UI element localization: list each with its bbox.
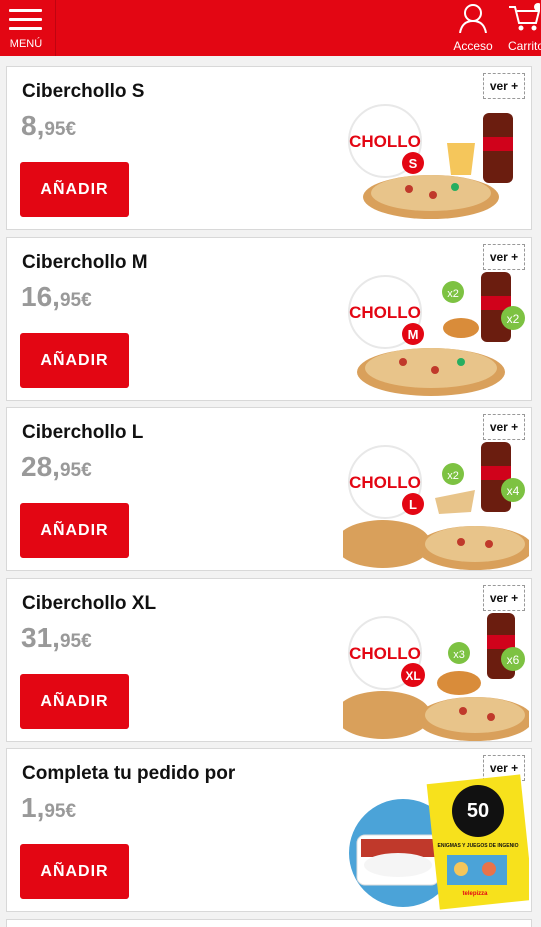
product-card-ciberchollo-xl: Ciberchollo XL 31,95€ AÑADIR ver + x3 x6… [6, 578, 532, 742]
product-card-completa-pedido: Completa tu pedido por 1,95€ AÑADIR ver … [6, 748, 532, 912]
svg-text:50: 50 [467, 800, 489, 822]
chollo-badge: CHOLLO S [348, 104, 424, 178]
acceso-button[interactable]: Acceso [446, 3, 500, 53]
product-card-ciberchollo-l: Ciberchollo L 28,95€ AÑADIR ver + x2 x4 … [6, 407, 532, 571]
dessert-and-book-image: 50 ENIGMAS Y JUEGOS DE INGENIO telepizza [349, 774, 529, 910]
svg-text:x2: x2 [507, 312, 520, 326]
product-name: Ciberchollo M [22, 252, 148, 273]
product-card-partial [6, 919, 532, 927]
add-button[interactable]: AÑADIR [20, 503, 129, 558]
combo-image: x2 x2 CHOLLO M [348, 272, 525, 396]
product-price: 28,95€ [21, 451, 92, 482]
menu-label: MENÚ [9, 38, 43, 50]
menu-button[interactable]: MENÚ [0, 0, 56, 56]
svg-text:x2: x2 [447, 288, 459, 300]
product-name: Completa tu pedido por [22, 763, 236, 784]
carrito-label: Carrito [508, 39, 541, 53]
product-price: 31,95€ [21, 622, 92, 653]
svg-text:telepizza: telepizza [462, 891, 488, 897]
add-button[interactable]: AÑADIR [20, 844, 129, 899]
svg-text:x3: x3 [453, 649, 465, 661]
svg-text:CHOLLO: CHOLLO [349, 303, 421, 322]
user-icon [459, 4, 487, 34]
product-card-ciberchollo-s: Ciberchollo S 8,95€ AÑADIR ver + CHOLLO … [6, 66, 532, 230]
add-button[interactable]: AÑADIR [20, 674, 129, 729]
svg-text:CHOLLO: CHOLLO [349, 132, 421, 151]
hamburger-icon [9, 9, 42, 31]
product-price: 1,95€ [21, 792, 77, 823]
top-bar: MENÚ Acceso Carrito [0, 0, 541, 56]
combo-image: x2 x4 CHOLLO L [343, 442, 529, 570]
add-button[interactable]: AÑADIR [20, 333, 129, 388]
book-cover: 50 ENIGMAS Y JUEGOS DE INGENIO telepizza [426, 774, 529, 910]
product-price: 16,95€ [21, 281, 92, 312]
svg-text:x4: x4 [507, 484, 520, 498]
svg-text:x6: x6 [507, 653, 520, 667]
chollo-badge: CHOLLO XL [348, 616, 425, 690]
combo-image: CHOLLO S [348, 104, 513, 219]
product-name: Ciberchollo L [22, 422, 144, 443]
svg-text:ENIGMAS Y JUEGOS DE INGENIO: ENIGMAS Y JUEGOS DE INGENIO [438, 843, 519, 849]
cart-button[interactable]: Carrito [508, 3, 541, 53]
product-price: 8,95€ [21, 110, 77, 141]
product-card-ciberchollo-m: Ciberchollo M 16,95€ AÑADIR ver + x2 x2 … [6, 237, 532, 401]
svg-text:XL: XL [405, 669, 420, 683]
product-name: Ciberchollo XL [22, 593, 157, 614]
svg-text:CHOLLO: CHOLLO [349, 644, 421, 663]
product-name: Ciberchollo S [22, 81, 145, 102]
chollo-badge: CHOLLO L [348, 445, 424, 519]
svg-text:L: L [409, 497, 417, 512]
svg-text:x2: x2 [447, 470, 459, 482]
combo-image: x3 x6 CHOLLO XL [343, 613, 529, 741]
acceso-label: Acceso [453, 39, 493, 53]
add-button[interactable]: AÑADIR [20, 162, 129, 217]
svg-text:S: S [409, 156, 418, 171]
chollo-badge: CHOLLO M [348, 275, 424, 349]
svg-text:CHOLLO: CHOLLO [349, 473, 421, 492]
svg-text:M: M [408, 327, 419, 342]
cart-icon [509, 3, 541, 31]
